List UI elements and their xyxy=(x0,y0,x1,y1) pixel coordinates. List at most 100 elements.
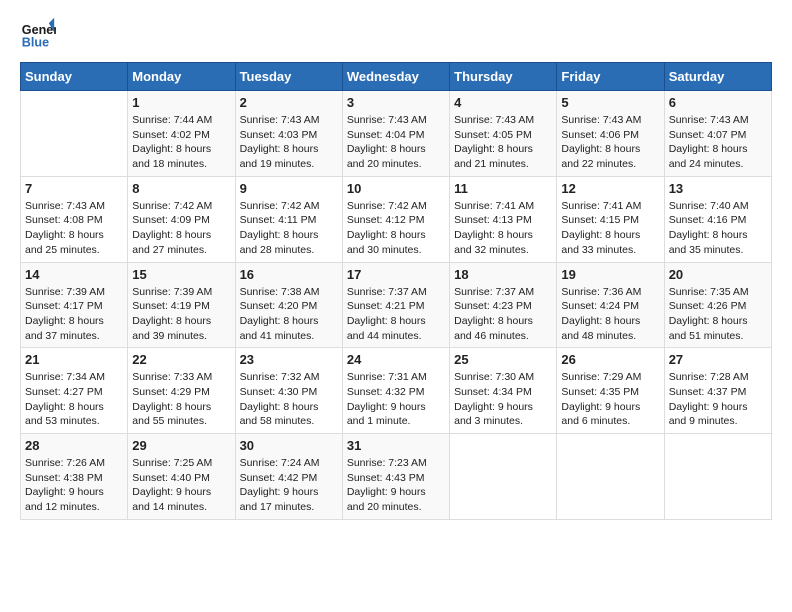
calendar-cell: 12 Sunrise: 7:41 AM Sunset: 4:15 PM Dayli… xyxy=(557,176,664,262)
week-row-4: 21Sunrise: 7:34 AM Sunset: 4:27 PM Dayli… xyxy=(21,348,772,434)
calendar-cell: 7Sunrise: 7:43 AM Sunset: 4:08 PM Daylig… xyxy=(21,176,128,262)
col-header-friday: Friday xyxy=(557,63,664,91)
day-info: Sunrise: 7:42 AM Sunset: 4:09 PM Dayligh… xyxy=(132,199,230,258)
day-info: Sunrise: 7:35 AM Sunset: 4:26 PM Dayligh… xyxy=(669,285,767,344)
day-info: Sunrise: 7:38 AM Sunset: 4:20 PM Dayligh… xyxy=(240,285,338,344)
day-info: Sunrise: 7:30 AM Sunset: 4:34 PM Dayligh… xyxy=(454,370,552,429)
col-header-monday: Monday xyxy=(128,63,235,91)
calendar-cell xyxy=(557,434,664,520)
day-info: Sunrise: 7:42 AM Sunset: 4:12 PM Dayligh… xyxy=(347,199,445,258)
day-number: 12 xyxy=(561,181,659,196)
day-number: 10 xyxy=(347,181,445,196)
week-row-3: 14 Sunrise: 7:39 AM Sunset: 4:17 PM Dayli… xyxy=(21,262,772,348)
page-header: General Blue xyxy=(20,16,772,52)
day-number: 7 xyxy=(25,181,123,196)
calendar-cell: 3 Sunrise: 7:43 AM Sunset: 4:04 PM Daylig… xyxy=(342,91,449,177)
day-number: 16 xyxy=(240,267,338,282)
day-number: 6 xyxy=(669,95,767,110)
day-info: Sunrise: 7:32 AM Sunset: 4:30 PM Dayligh… xyxy=(240,370,338,429)
day-number: 4 xyxy=(454,95,552,110)
day-number: 19 xyxy=(561,267,659,282)
calendar-cell: 9 Sunrise: 7:42 AM Sunset: 4:11 PM Daylig… xyxy=(235,176,342,262)
day-info: Sunrise: 7:41 AM Sunset: 4:13 PM Dayligh… xyxy=(454,199,552,258)
day-number: 8 xyxy=(132,181,230,196)
day-number: 9 xyxy=(240,181,338,196)
svg-text:Blue: Blue xyxy=(22,36,49,50)
day-number: 11 xyxy=(454,181,552,196)
day-info: Sunrise: 7:43 AM Sunset: 4:04 PM Dayligh… xyxy=(347,113,445,172)
day-info: Sunrise: 7:41 AM Sunset: 4:15 PM Dayligh… xyxy=(561,199,659,258)
calendar-cell: 24 Sunrise: 7:31 AM Sunset: 4:32 PM Dayli… xyxy=(342,348,449,434)
col-header-thursday: Thursday xyxy=(450,63,557,91)
logo: General Blue xyxy=(20,16,56,52)
day-number: 29 xyxy=(132,438,230,453)
calendar-cell: 21Sunrise: 7:34 AM Sunset: 4:27 PM Dayli… xyxy=(21,348,128,434)
calendar-cell: 4 Sunrise: 7:43 AM Sunset: 4:05 PM Daylig… xyxy=(450,91,557,177)
day-number: 18 xyxy=(454,267,552,282)
week-row-1: 1 Sunrise: 7:44 AM Sunset: 4:02 PM Daylig… xyxy=(21,91,772,177)
day-number: 15 xyxy=(132,267,230,282)
calendar-cell: 17Sunrise: 7:37 AM Sunset: 4:21 PM Dayli… xyxy=(342,262,449,348)
day-number: 24 xyxy=(347,352,445,367)
calendar-cell: 27 Sunrise: 7:28 AM Sunset: 4:37 PM Dayli… xyxy=(664,348,771,434)
day-info: Sunrise: 7:26 AM Sunset: 4:38 PM Dayligh… xyxy=(25,456,123,515)
calendar-cell: 8 Sunrise: 7:42 AM Sunset: 4:09 PM Daylig… xyxy=(128,176,235,262)
col-header-wednesday: Wednesday xyxy=(342,63,449,91)
calendar-cell: 14 Sunrise: 7:39 AM Sunset: 4:17 PM Dayli… xyxy=(21,262,128,348)
calendar-cell: 19Sunrise: 7:36 AM Sunset: 4:24 PM Dayli… xyxy=(557,262,664,348)
calendar-cell: 18 Sunrise: 7:37 AM Sunset: 4:23 PM Dayli… xyxy=(450,262,557,348)
day-number: 5 xyxy=(561,95,659,110)
calendar-cell xyxy=(664,434,771,520)
calendar-cell: 2 Sunrise: 7:43 AM Sunset: 4:03 PM Daylig… xyxy=(235,91,342,177)
day-info: Sunrise: 7:43 AM Sunset: 4:06 PM Dayligh… xyxy=(561,113,659,172)
day-info: Sunrise: 7:43 AM Sunset: 4:07 PM Dayligh… xyxy=(669,113,767,172)
day-info: Sunrise: 7:37 AM Sunset: 4:21 PM Dayligh… xyxy=(347,285,445,344)
day-info: Sunrise: 7:31 AM Sunset: 4:32 PM Dayligh… xyxy=(347,370,445,429)
calendar-cell: 23 Sunrise: 7:32 AM Sunset: 4:30 PM Dayli… xyxy=(235,348,342,434)
day-number: 28 xyxy=(25,438,123,453)
calendar-cell: 26 Sunrise: 7:29 AM Sunset: 4:35 PM Dayli… xyxy=(557,348,664,434)
day-info: Sunrise: 7:42 AM Sunset: 4:11 PM Dayligh… xyxy=(240,199,338,258)
calendar-cell: 5 Sunrise: 7:43 AM Sunset: 4:06 PM Daylig… xyxy=(557,91,664,177)
day-info: Sunrise: 7:40 AM Sunset: 4:16 PM Dayligh… xyxy=(669,199,767,258)
day-number: 14 xyxy=(25,267,123,282)
calendar-header: SundayMondayTuesdayWednesdayThursdayFrid… xyxy=(21,63,772,91)
day-info: Sunrise: 7:37 AM Sunset: 4:23 PM Dayligh… xyxy=(454,285,552,344)
day-number: 1 xyxy=(132,95,230,110)
week-row-5: 28 Sunrise: 7:26 AM Sunset: 4:38 PM Dayli… xyxy=(21,434,772,520)
day-info: Sunrise: 7:28 AM Sunset: 4:37 PM Dayligh… xyxy=(669,370,767,429)
day-info: Sunrise: 7:23 AM Sunset: 4:43 PM Dayligh… xyxy=(347,456,445,515)
day-number: 27 xyxy=(669,352,767,367)
col-header-saturday: Saturday xyxy=(664,63,771,91)
calendar-cell xyxy=(21,91,128,177)
calendar-cell: 28 Sunrise: 7:26 AM Sunset: 4:38 PM Dayli… xyxy=(21,434,128,520)
day-number: 26 xyxy=(561,352,659,367)
day-info: Sunrise: 7:43 AM Sunset: 4:03 PM Dayligh… xyxy=(240,113,338,172)
calendar-cell: 6 Sunrise: 7:43 AM Sunset: 4:07 PM Daylig… xyxy=(664,91,771,177)
calendar-cell: 1 Sunrise: 7:44 AM Sunset: 4:02 PM Daylig… xyxy=(128,91,235,177)
calendar-cell xyxy=(450,434,557,520)
day-number: 25 xyxy=(454,352,552,367)
day-info: Sunrise: 7:44 AM Sunset: 4:02 PM Dayligh… xyxy=(132,113,230,172)
day-number: 23 xyxy=(240,352,338,367)
day-info: Sunrise: 7:29 AM Sunset: 4:35 PM Dayligh… xyxy=(561,370,659,429)
day-info: Sunrise: 7:39 AM Sunset: 4:17 PM Dayligh… xyxy=(25,285,123,344)
day-info: Sunrise: 7:33 AM Sunset: 4:29 PM Dayligh… xyxy=(132,370,230,429)
calendar-cell: 10 Sunrise: 7:42 AM Sunset: 4:12 PM Dayli… xyxy=(342,176,449,262)
day-info: Sunrise: 7:43 AM Sunset: 4:05 PM Dayligh… xyxy=(454,113,552,172)
day-number: 21 xyxy=(25,352,123,367)
calendar-cell: 22 Sunrise: 7:33 AM Sunset: 4:29 PM Dayli… xyxy=(128,348,235,434)
day-number: 3 xyxy=(347,95,445,110)
day-info: Sunrise: 7:39 AM Sunset: 4:19 PM Dayligh… xyxy=(132,285,230,344)
calendar-cell: 30Sunrise: 7:24 AM Sunset: 4:42 PM Dayli… xyxy=(235,434,342,520)
day-number: 13 xyxy=(669,181,767,196)
calendar-cell: 20Sunrise: 7:35 AM Sunset: 4:26 PM Dayli… xyxy=(664,262,771,348)
day-info: Sunrise: 7:25 AM Sunset: 4:40 PM Dayligh… xyxy=(132,456,230,515)
calendar-cell: 11 Sunrise: 7:41 AM Sunset: 4:13 PM Dayli… xyxy=(450,176,557,262)
col-header-sunday: Sunday xyxy=(21,63,128,91)
day-number: 22 xyxy=(132,352,230,367)
col-header-tuesday: Tuesday xyxy=(235,63,342,91)
day-info: Sunrise: 7:24 AM Sunset: 4:42 PM Dayligh… xyxy=(240,456,338,515)
calendar-table: SundayMondayTuesdayWednesdayThursdayFrid… xyxy=(20,62,772,520)
day-number: 2 xyxy=(240,95,338,110)
